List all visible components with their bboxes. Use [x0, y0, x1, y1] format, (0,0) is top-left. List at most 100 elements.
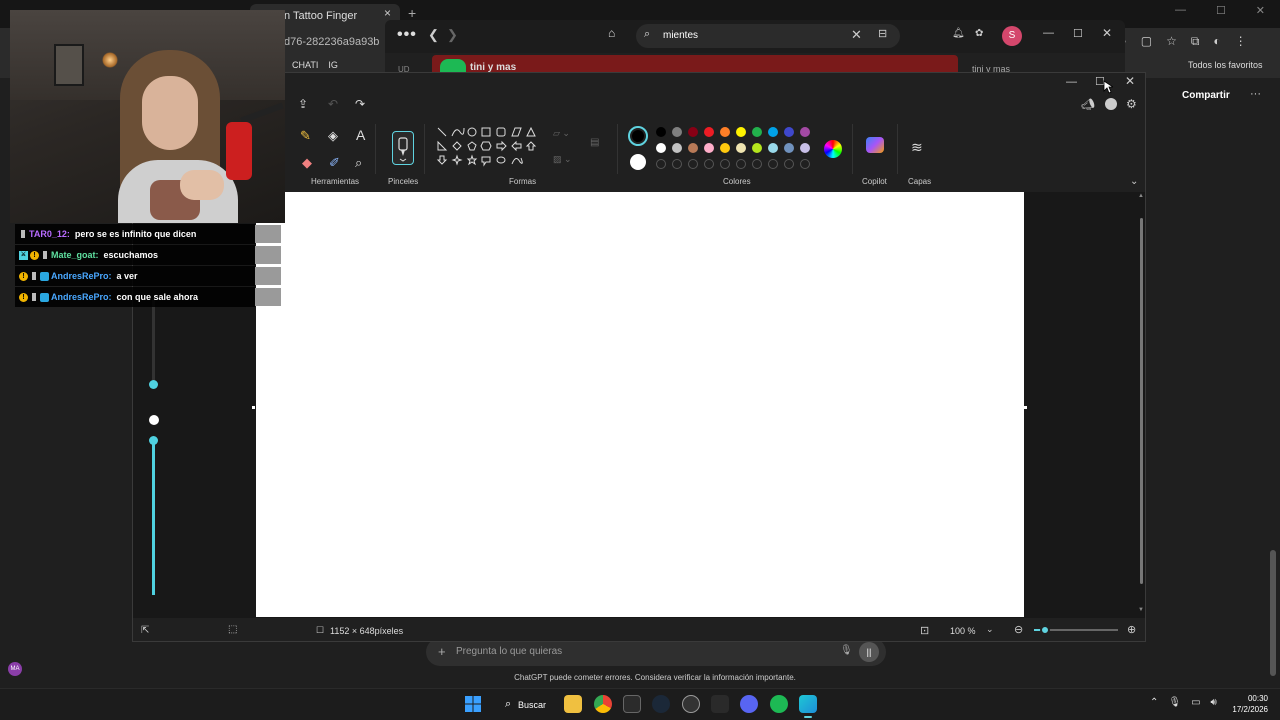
- secondary-color-swatch[interactable]: [630, 154, 646, 170]
- chrome-icon[interactable]: [594, 695, 612, 713]
- brush-size-thumb[interactable]: [149, 380, 158, 389]
- color-swatch[interactable]: [752, 127, 762, 137]
- avatar[interactable]: MA: [8, 662, 22, 676]
- maximize-button[interactable]: ☐: [1216, 4, 1226, 24]
- color-swatch[interactable]: [704, 143, 714, 153]
- save-icon[interactable]: ⊟: [878, 27, 887, 40]
- capcut-icon[interactable]: [623, 695, 641, 713]
- color-swatch[interactable]: [800, 143, 810, 153]
- clock-date[interactable]: 17/2/2026: [1218, 705, 1268, 714]
- eraser-icon[interactable]: ◆: [302, 155, 312, 171]
- magnifier-icon[interactable]: ⌕: [355, 155, 362, 171]
- color-swatch[interactable]: [672, 127, 682, 137]
- brushes-button[interactable]: [392, 131, 414, 165]
- steam-icon[interactable]: [652, 695, 670, 713]
- color-swatch[interactable]: [656, 143, 666, 153]
- layers-icon[interactable]: ≋: [911, 139, 923, 156]
- undo-icon[interactable]: ↶: [328, 97, 338, 111]
- color-swatch[interactable]: [672, 143, 682, 153]
- color-swatch[interactable]: [784, 127, 794, 137]
- settings-gear-icon[interactable]: ⚙: [1126, 97, 1137, 111]
- menu-icon[interactable]: ⋮: [1235, 34, 1247, 49]
- profile-icon[interactable]: ◐: [1213, 34, 1220, 49]
- paint-close-button[interactable]: ✕: [1125, 74, 1135, 88]
- new-tab-button[interactable]: +: [408, 5, 416, 21]
- paint-minimize-button[interactable]: —: [1066, 76, 1077, 88]
- zoom-out-icon[interactable]: ⊖: [1014, 623, 1023, 636]
- share-icon[interactable]: ⇪: [298, 97, 308, 111]
- color-swatch[interactable]: [752, 143, 762, 153]
- page-scrollbar[interactable]: [1270, 550, 1276, 676]
- color-swatch[interactable]: [800, 127, 810, 137]
- text-tool-icon[interactable]: A: [356, 127, 365, 143]
- back-icon[interactable]: ❮: [428, 27, 439, 43]
- color-wheel-icon[interactable]: [824, 140, 842, 158]
- custom-color-slot[interactable]: [656, 159, 666, 169]
- color-swatch[interactable]: [736, 127, 746, 137]
- custom-color-slot[interactable]: [736, 159, 746, 169]
- voice-mode-icon[interactable]: ||: [859, 642, 879, 662]
- search-input-value[interactable]: mientes: [663, 30, 698, 41]
- copilot-icon[interactable]: [866, 137, 884, 153]
- clear-search-icon[interactable]: ✕: [851, 27, 862, 43]
- bell-icon[interactable]: 🔔︎: [952, 28, 965, 39]
- color-swatch[interactable]: [736, 143, 746, 153]
- brush-size-slider[interactable]: [152, 300, 155, 384]
- paint-canvas[interactable]: [256, 192, 1024, 617]
- close-button[interactable]: ✕: [1256, 4, 1265, 24]
- opacity-thumb[interactable]: [149, 436, 158, 445]
- opacity-slider[interactable]: [152, 440, 155, 595]
- chevron-down-icon[interactable]: ⌄: [1130, 176, 1138, 187]
- canvas-resize-handle-left[interactable]: [252, 406, 255, 409]
- mic-tray-icon[interactable]: 🎙︎: [1168, 697, 1181, 708]
- extensions-icon[interactable]: ⧉: [1191, 34, 1200, 49]
- clock-time[interactable]: 00:30: [1228, 694, 1268, 703]
- chevron-up-icon[interactable]: ⌃: [1150, 697, 1158, 708]
- attach-plus-icon[interactable]: +: [438, 644, 446, 659]
- vertical-scrollbar[interactable]: [1140, 218, 1143, 584]
- edge-close-button[interactable]: ✕: [1102, 26, 1112, 40]
- custom-color-slot[interactable]: [800, 159, 810, 169]
- volume-icon[interactable]: 🔊︎: [1211, 697, 1217, 708]
- custom-color-slot[interactable]: [688, 159, 698, 169]
- all-favorites-link[interactable]: Todos los favoritos: [1188, 60, 1263, 70]
- custom-color-slot[interactable]: [672, 159, 682, 169]
- color-swatch[interactable]: [768, 143, 778, 153]
- tab-close-icon[interactable]: ×: [384, 6, 391, 20]
- forward-icon[interactable]: ❯: [447, 27, 458, 43]
- shape-fill-dropdown[interactable]: ▨ ⌄: [553, 154, 572, 165]
- taskbar-search-label[interactable]: Buscar: [518, 700, 546, 710]
- bookmark-chati[interactable]: CHATI: [292, 60, 318, 70]
- fill-bucket-icon[interactable]: ◈: [328, 128, 338, 144]
- network-icon[interactable]: ▭: [1191, 697, 1200, 708]
- file-explorer-icon[interactable]: [564, 695, 582, 713]
- profile-avatar[interactable]: S: [1002, 26, 1022, 46]
- edge-menu-icon[interactable]: •••: [397, 26, 417, 44]
- zoom-dropdown-icon[interactable]: ⌄: [986, 624, 994, 635]
- color-swatch[interactable]: [720, 127, 730, 137]
- custom-color-slot[interactable]: [720, 159, 730, 169]
- epic-games-icon[interactable]: [711, 695, 729, 713]
- share-button[interactable]: Compartir: [1182, 90, 1230, 101]
- mic-icon[interactable]: 🎙: [840, 645, 853, 656]
- paint-app-icon[interactable]: [799, 695, 817, 713]
- scroll-down-icon[interactable]: ▼: [1138, 607, 1144, 613]
- reading-icon[interactable]: ▢: [1141, 34, 1152, 49]
- primary-color-swatch[interactable]: [628, 126, 648, 146]
- windows-start-icon[interactable]: [465, 696, 481, 712]
- shapes-gallery[interactable]: [434, 124, 544, 176]
- color-picker-icon[interactable]: ✐: [329, 155, 340, 171]
- spotify-icon[interactable]: [770, 695, 788, 713]
- edge-minimize-button[interactable]: —: [1043, 27, 1054, 39]
- color-swatch[interactable]: [688, 143, 698, 153]
- zoom-in-icon[interactable]: ⊕: [1127, 623, 1136, 636]
- color-swatch[interactable]: [720, 143, 730, 153]
- zoom-level[interactable]: 100 %: [950, 626, 976, 636]
- edge-maximize-button[interactable]: ☐: [1073, 27, 1083, 40]
- discord-icon[interactable]: [740, 695, 758, 713]
- more-options-icon[interactable]: ···: [1250, 88, 1261, 100]
- shape-size-icon[interactable]: ▤: [590, 137, 599, 148]
- color-swatch[interactable]: [688, 127, 698, 137]
- color-swatch[interactable]: [704, 127, 714, 137]
- fit-to-window-icon[interactable]: ⊡: [920, 624, 929, 637]
